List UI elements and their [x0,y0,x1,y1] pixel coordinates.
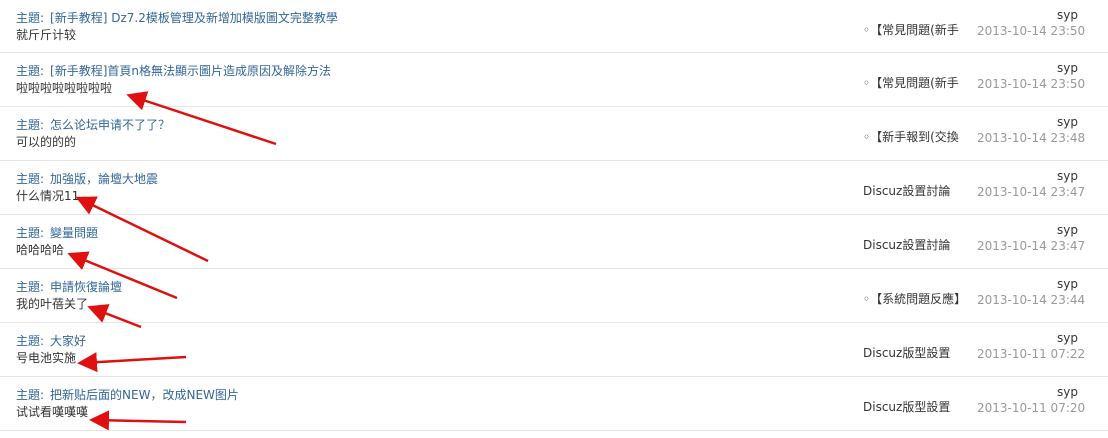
topic-title-link[interactable]: [新手教程]首頁n格無法顯示圖片造成原因及解除方法 [50,64,331,78]
topic-prefix: 主題: [16,11,45,25]
post-date: 2013-10-11 07:20 [977,401,1086,415]
topic-title-link[interactable]: 怎么论坛申请不了了？ [50,118,170,132]
reply-text: 就斤斤计较 [16,28,77,42]
forum-link[interactable]: Discuz版型設置 [863,344,950,361]
topic-title-link[interactable]: 把新贴后面的NEW，改成NEW图片 [50,388,239,402]
reply-text: 可以的的的 [16,135,77,149]
topic-title-link[interactable]: 申請恢復論壇 [50,280,122,294]
reply-text: 试试看嘆嘆嘆 [16,405,89,419]
username[interactable]: syp [1057,169,1078,183]
list-item: 主題: 大家好 号电池实施 Discuz版型設置 syp 2013-10-11 0… [0,323,1108,377]
topic-title-link[interactable]: 加強版，論壇大地震 [50,172,158,186]
topic-prefix: 主題: [16,118,45,132]
list-item: 主題: 變量問題 哈哈哈哈 Discuz設置討論 syp 2013-10-14 2… [0,215,1108,269]
reply-text: 号电池实施 [16,351,77,365]
reply-text: 什么情况11 [16,189,80,203]
post-date: 2013-10-14 23:50 [977,24,1086,38]
topic-reply-list: 主題: [新手教程] Dz7.2模板管理及新增加模版圖文完整教學 就斤斤计较 ◦【… [0,0,1108,431]
username[interactable]: syp [1057,385,1078,399]
topic-prefix: 主題: [16,64,45,78]
topic-line: 主題: [新手教程] Dz7.2模板管理及新增加模版圖文完整教學 [16,9,338,26]
topic-line: 主題: 把新贴后面的NEW，改成NEW图片 [16,386,239,403]
list-item: 主題: 加強版，論壇大地震 什么情况11 Discuz設置討論 syp 2013-… [0,161,1108,215]
username[interactable]: syp [1057,331,1078,345]
topic-line: 主題: 怎么论坛申请不了了？ [16,116,170,133]
topic-title-link[interactable]: 變量問題 [50,226,98,240]
topic-line: 主題: 變量問題 [16,224,98,241]
topic-line: 主題: [新手教程]首頁n格無法顯示圖片造成原因及解除方法 [16,62,331,79]
post-date: 2013-10-14 23:44 [977,293,1086,307]
forum-link[interactable]: Discuz設置討論 [863,236,950,253]
forum-link[interactable]: Discuz設置討論 [863,182,950,199]
post-date: 2013-10-14 23:50 [977,77,1086,91]
list-item: 主題: [新手教程]首頁n格無法顯示圖片造成原因及解除方法 啦啦啦啦啦啦啦啦 ◦【… [0,53,1108,107]
topic-title-link[interactable]: 大家好 [50,334,86,348]
topic-prefix: 主題: [16,388,45,402]
username[interactable]: syp [1057,8,1078,22]
forum-link[interactable]: ◦【常見問題(新手 [863,74,959,91]
topic-prefix: 主題: [16,280,45,294]
topic-prefix: 主題: [16,172,45,186]
forum-link[interactable]: Discuz版型設置 [863,398,950,415]
reply-text: 啦啦啦啦啦啦啦啦 [16,81,113,95]
topic-line: 主題: 大家好 [16,332,86,349]
topic-title-link[interactable]: [新手教程] Dz7.2模板管理及新增加模版圖文完整教學 [50,11,338,25]
username[interactable]: syp [1057,223,1078,237]
post-date: 2013-10-14 23:47 [977,185,1086,199]
reply-text: 我的叶蓓关了 [16,297,89,311]
username[interactable]: syp [1057,115,1078,129]
forum-link[interactable]: ◦【常見問題(新手 [863,21,959,38]
topic-line: 主題: 申請恢復論壇 [16,278,122,295]
list-item: 主題: 申請恢復論壇 我的叶蓓关了 ◦【系統問題反應】 syp 2013-10-1… [0,269,1108,323]
post-date: 2013-10-14 23:48 [977,131,1086,145]
list-item: 主題: 怎么论坛申请不了了？ 可以的的的 ◦【新手報到(交換 syp 2013-1… [0,107,1108,161]
post-date: 2013-10-14 23:47 [977,239,1086,253]
post-date: 2013-10-11 07:22 [977,347,1086,361]
topic-line: 主題: 加強版，論壇大地震 [16,170,158,187]
username[interactable]: syp [1057,61,1078,75]
list-item: 主題: 把新贴后面的NEW，改成NEW图片 试试看嘆嘆嘆 Discuz版型設置 s… [0,377,1108,431]
username[interactable]: syp [1057,277,1078,291]
list-item: 主題: [新手教程] Dz7.2模板管理及新增加模版圖文完整教學 就斤斤计较 ◦【… [0,0,1108,53]
forum-link[interactable]: ◦【新手報到(交換 [863,128,959,145]
topic-prefix: 主題: [16,226,45,240]
topic-prefix: 主題: [16,334,45,348]
forum-link[interactable]: ◦【系統問題反應】 [863,290,966,307]
reply-text: 哈哈哈哈 [16,243,65,257]
